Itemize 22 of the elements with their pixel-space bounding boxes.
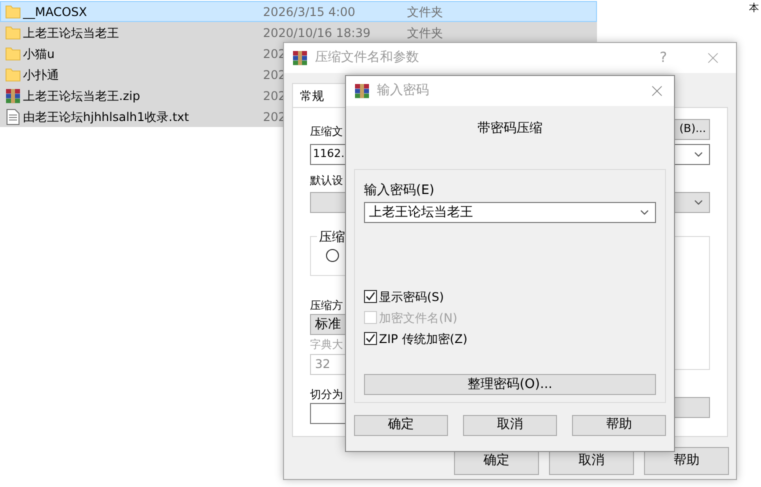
file-name: __MACOSX (23, 4, 88, 20)
file-name: 上老王论坛当老王.zip (23, 88, 142, 104)
field-label: 压缩方 (310, 298, 343, 314)
window-title: 输入密码 (377, 82, 429, 100)
file-name: 小扑通 (23, 66, 60, 84)
file-name: 由老王论坛hjhhlsalh1收录.txt (23, 108, 190, 126)
pane-text: 本 (749, 3, 759, 15)
checkbox-label: ZIP 传统加密(Z) (379, 330, 468, 348)
field-label: 字典大 (310, 337, 343, 353)
field-label: 压缩文 (310, 124, 343, 140)
checkbox-label: 加密文件名(N) (379, 310, 458, 326)
file-type: 文件夹 (407, 24, 443, 42)
file-name: 小猫u (23, 46, 56, 62)
field-label: 切分为 (310, 386, 343, 402)
file-name: 上老王论坛当老王 (23, 24, 120, 42)
field-label: 默认设 (310, 173, 343, 189)
dialog-heading: 带密码压缩 (478, 120, 542, 138)
file-type: 文件夹 (407, 4, 443, 20)
field-label: 输入密码(E) (364, 182, 436, 200)
file-date: 2020/10/16 18:39 (263, 24, 372, 42)
file-date: 2026/3/15 4:00 (263, 4, 356, 20)
checkbox-label: 显示密码(S) (379, 288, 444, 306)
